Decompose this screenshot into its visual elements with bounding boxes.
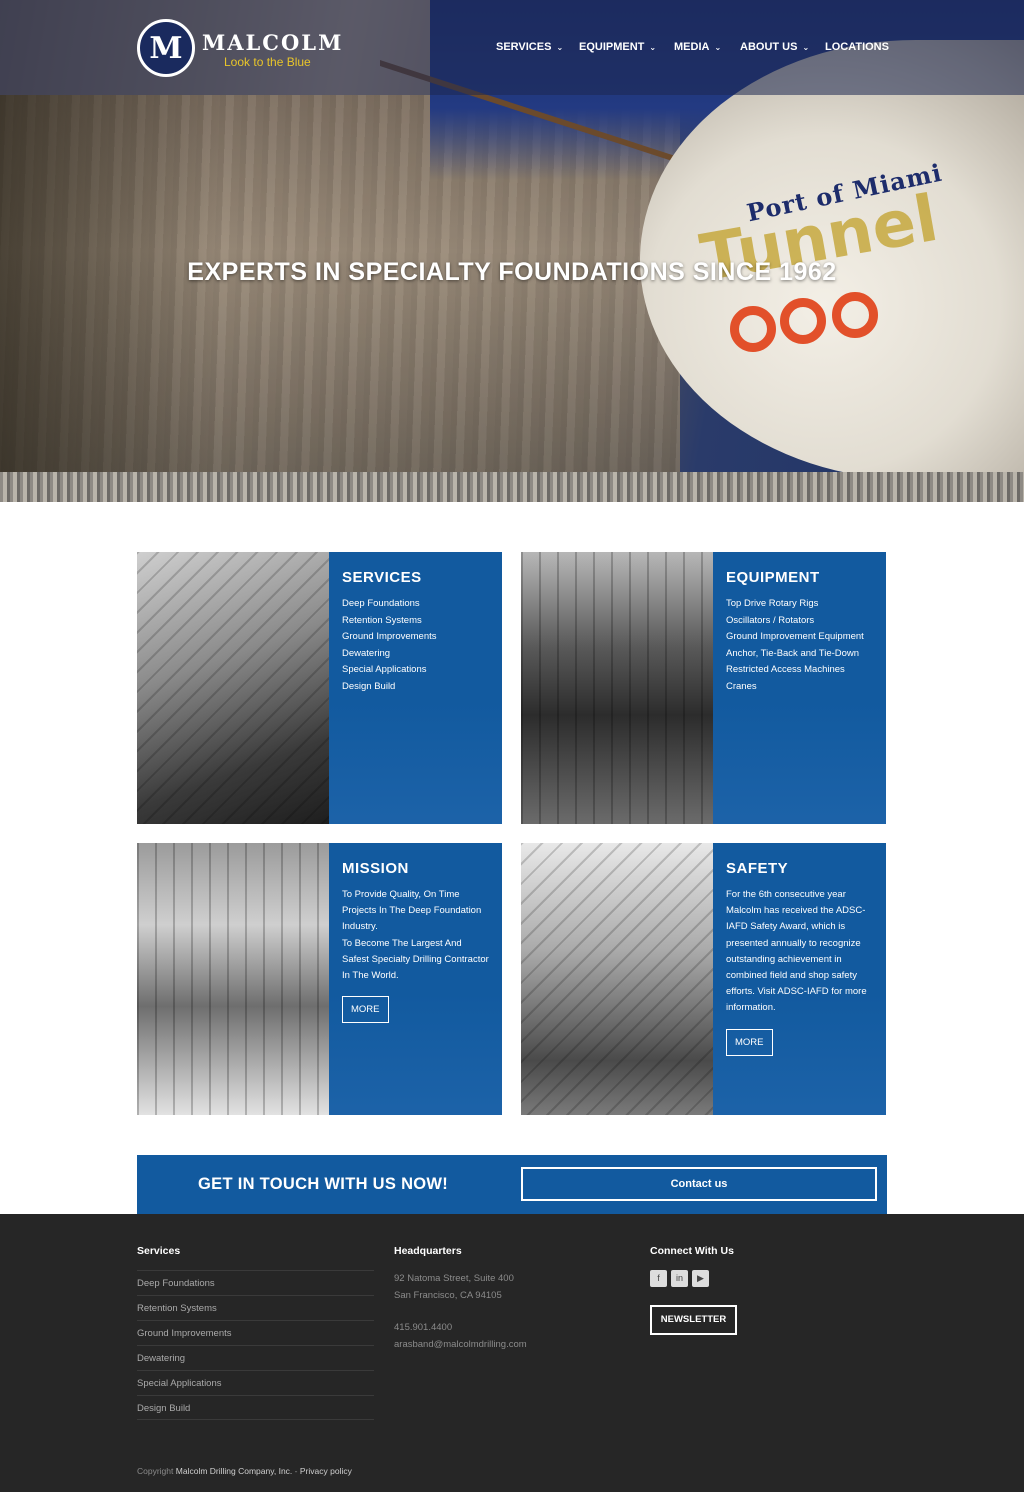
footer-connect-heading: Connect With Us xyxy=(650,1245,734,1257)
services-panel: SERVICES Deep Foundations Retention Syst… xyxy=(329,552,502,824)
footer-services-link[interactable]: Ground Improvements xyxy=(137,1320,374,1345)
nav-equipment[interactable]: EQUIPMENT ⌄ xyxy=(579,41,656,53)
equipment-link[interactable]: Top Drive Rotary Rigs xyxy=(726,596,873,613)
copyright: Copyright Malcolm Drilling Company, Inc.… xyxy=(137,1466,352,1476)
contact-cta-banner: GET IN TOUCH WITH US NOW! Contact us xyxy=(137,1155,887,1214)
footer-services-link[interactable]: Dewatering xyxy=(137,1345,374,1370)
hero-banner: Port of Miami Tunnel EXPERTS IN SPECIALT… xyxy=(0,0,1024,502)
equipment-link[interactable]: Anchor, Tie-Back and Tie-Down xyxy=(726,646,873,663)
mission-text: To Become The Largest And Safest Special… xyxy=(342,937,489,982)
brand-name[interactable]: MALCOLM xyxy=(202,30,343,55)
facebook-icon[interactable]: f xyxy=(650,1270,667,1287)
nav-media[interactable]: MEDIA ⌄ xyxy=(674,41,721,53)
card-mission: MISSION To Provide Quality, On Time Proj… xyxy=(137,843,502,1115)
equipment-link[interactable]: Oscillators / Rotators xyxy=(726,613,873,630)
services-link[interactable]: Retention Systems xyxy=(342,613,489,630)
safety-text: For the 6th consecutive year Malcolm has… xyxy=(726,889,867,1014)
logo-mark[interactable]: M xyxy=(137,19,195,77)
chevron-down-icon: ⌄ xyxy=(649,43,657,52)
hq-email[interactable]: arasband@malcolmdrilling.com xyxy=(394,1337,527,1354)
services-link[interactable]: Dewatering xyxy=(342,646,489,663)
hq-phone[interactable]: 415.901.4400 xyxy=(394,1320,452,1337)
services-link[interactable]: Deep Foundations xyxy=(342,596,489,613)
card-title: SAFETY xyxy=(726,860,789,877)
card-title: EQUIPMENT xyxy=(726,569,820,586)
footer-services-link[interactable]: Special Applications xyxy=(137,1370,374,1395)
safety-more-button[interactable]: MORE xyxy=(726,1028,773,1056)
footer-services-link[interactable]: Design Build xyxy=(137,1395,374,1420)
crane-photo xyxy=(521,843,713,1115)
hero-title: EXPERTS IN SPECIALTY FOUNDATIONS SINCE 1… xyxy=(187,258,837,286)
card-safety: SAFETY For the 6th consecutive year Malc… xyxy=(521,843,886,1115)
company-link[interactable]: Malcolm Drilling Company, Inc. xyxy=(176,1466,293,1476)
card-title: SERVICES xyxy=(342,569,422,586)
equipment-link[interactable]: Restricted Access Machines xyxy=(726,662,873,679)
services-link[interactable]: Special Applications xyxy=(342,662,489,679)
welder-photo xyxy=(137,552,329,824)
services-link[interactable]: Ground Improvements xyxy=(342,629,489,646)
footer: Services Deep Foundations Retention Syst… xyxy=(0,1214,1024,1492)
footer-services-heading: Services xyxy=(137,1245,181,1257)
crew-photo xyxy=(137,843,329,1115)
mission-more-button[interactable]: MORE xyxy=(342,996,389,1024)
nav-locations[interactable]: LOCATIONS xyxy=(825,41,889,53)
brand-tagline: Look to the Blue xyxy=(224,55,311,69)
card-services: SERVICES Deep Foundations Retention Syst… xyxy=(137,552,502,824)
card-equipment: EQUIPMENT Top Drive Rotary Rigs Oscillat… xyxy=(521,552,886,824)
footer-services-link[interactable]: Retention Systems xyxy=(137,1295,374,1320)
chevron-down-icon: ⌄ xyxy=(714,43,722,52)
footer-services-list: Deep Foundations Retention Systems Groun… xyxy=(137,1270,374,1420)
services-link[interactable]: Design Build xyxy=(342,679,489,696)
card-title: MISSION xyxy=(342,860,409,877)
chevron-down-icon: ⌄ xyxy=(802,43,810,52)
equipment-panel: EQUIPMENT Top Drive Rotary Rigs Oscillat… xyxy=(713,552,886,824)
nav-about-us[interactable]: ABOUT US ⌄ xyxy=(740,41,809,53)
chevron-down-icon: ⌄ xyxy=(556,43,564,52)
nav-services[interactable]: SERVICES ⌄ xyxy=(496,41,563,53)
hq-address-line-2: San Francisco, CA 94105 xyxy=(394,1290,502,1301)
hq-address-line-1: 92 Natoma Street, Suite 400 xyxy=(394,1273,514,1284)
equipment-link[interactable]: Ground Improvement Equipment xyxy=(726,629,873,646)
footer-hq-heading: Headquarters xyxy=(394,1245,462,1257)
drill-rig-photo xyxy=(521,552,713,824)
safety-panel: SAFETY For the 6th consecutive year Malc… xyxy=(713,843,886,1115)
mission-panel: MISSION To Provide Quality, On Time Proj… xyxy=(329,843,502,1115)
privacy-policy-link[interactable]: Privacy policy xyxy=(300,1466,352,1476)
mission-text: To Provide Quality, On Time Projects In … xyxy=(342,889,482,933)
footer-services-link[interactable]: Deep Foundations xyxy=(137,1270,374,1295)
equipment-link[interactable]: Cranes xyxy=(726,679,873,696)
cta-title: GET IN TOUCH WITH US NOW! xyxy=(198,1175,449,1193)
contact-us-button[interactable]: Contact us xyxy=(521,1167,877,1201)
newsletter-button[interactable]: NEWSLETTER xyxy=(650,1305,737,1335)
linkedin-icon[interactable]: in xyxy=(671,1270,688,1287)
youtube-icon[interactable]: ▶ xyxy=(692,1270,709,1287)
